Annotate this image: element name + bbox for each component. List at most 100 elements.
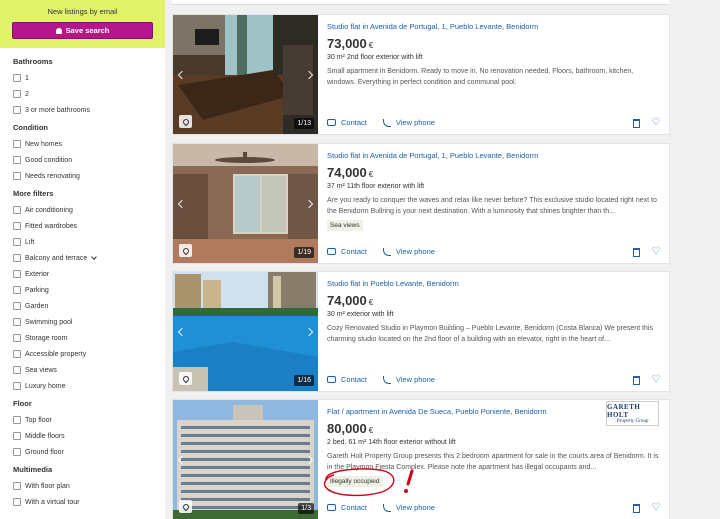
filters-sidebar: New listings by email Save search Bathro… — [0, 0, 165, 519]
listing-card[interactable]: 1/3 Flat / apartment in Avenida De Sueca… — [172, 399, 670, 519]
listing-card[interactable]: 1/19 Studio flat in Avenida de Portugal,… — [172, 143, 670, 264]
option-label: Luxury home — [25, 382, 66, 390]
view-phone-label: View phone — [395, 247, 435, 256]
listing-right-actions: ♡ — [633, 375, 661, 385]
photo-counter: 1/19 — [294, 247, 314, 258]
trash-icon[interactable] — [633, 375, 640, 385]
listing-title[interactable]: Studio flat in Avenida de Portugal, 1, P… — [327, 22, 661, 31]
contact-button[interactable]: Contact — [327, 118, 367, 127]
heart-icon[interactable]: ♡ — [651, 375, 661, 385]
chevron-down-icon[interactable] — [91, 253, 98, 260]
checkbox[interactable] — [13, 366, 21, 374]
checkbox[interactable] — [13, 302, 21, 310]
filter-option[interactable]: Air conditioning — [13, 202, 165, 218]
listing-description[interactable]: Small apartment in Benidorm. Ready to mo… — [327, 66, 661, 88]
checkbox[interactable] — [13, 270, 21, 278]
listing-photo[interactable]: 1/19 — [173, 144, 318, 263]
filter-option[interactable]: Lift — [13, 234, 165, 250]
checkbox[interactable] — [13, 90, 21, 98]
filter-option[interactable]: 2 — [13, 86, 165, 102]
checkbox[interactable] — [13, 318, 21, 326]
checkbox[interactable] — [13, 222, 21, 230]
listing-card[interactable]: 1/13 Studio flat in Avenida de Portugal,… — [172, 14, 670, 135]
filter-option[interactable]: Exterior — [13, 266, 165, 282]
filter-option[interactable]: Accessible property — [13, 346, 165, 362]
option-label: Storage room — [25, 334, 68, 342]
checkbox[interactable] — [13, 432, 21, 440]
filter-option[interactable]: Luxury home — [13, 378, 165, 394]
filter-option[interactable]: 1 — [13, 70, 165, 86]
checkbox[interactable] — [13, 206, 21, 214]
filter-option[interactable]: Ground floor — [13, 444, 165, 460]
checkbox[interactable] — [13, 156, 21, 164]
view-phone-button[interactable]: View phone — [382, 247, 435, 256]
listing-price: 73,000 € — [327, 36, 661, 51]
checkbox[interactable] — [13, 106, 21, 114]
listing-description[interactable]: Gareth Holt Property Group presents this… — [327, 451, 661, 473]
phone-icon — [382, 375, 391, 384]
checkbox[interactable] — [13, 238, 21, 246]
listing-card[interactable]: 1/16 Studio flat in Pueblo Levante, Beni… — [172, 271, 670, 392]
filter-option[interactable]: Parking — [13, 282, 165, 298]
filter-option[interactable]: Swimming pool — [13, 314, 165, 330]
map-pin-icon[interactable] — [179, 244, 192, 257]
checkbox[interactable] — [13, 416, 21, 424]
listing-photo[interactable]: 1/3 — [173, 400, 318, 519]
bathrooms-filter: Bathrooms 1 2 3 or more bathrooms — [0, 56, 165, 118]
map-pin-icon[interactable] — [179, 115, 192, 128]
trash-icon[interactable] — [633, 247, 640, 257]
listing-photo[interactable]: 1/13 — [173, 15, 318, 134]
checkbox[interactable] — [13, 74, 21, 82]
checkbox[interactable] — [13, 254, 21, 262]
checkbox[interactable] — [13, 334, 21, 342]
filter-option[interactable]: With floor plan — [13, 478, 165, 494]
checkbox[interactable] — [13, 382, 21, 390]
heart-icon[interactable]: ♡ — [651, 247, 661, 257]
save-search-button[interactable]: Save search — [12, 22, 153, 39]
filter-option[interactable]: Middle floors — [13, 428, 165, 444]
listing-title[interactable]: Studio flat in Avenida de Portugal, 1, P… — [327, 151, 661, 160]
checkbox[interactable] — [13, 498, 21, 506]
view-phone-button[interactable]: View phone — [382, 375, 435, 384]
heart-icon[interactable]: ♡ — [651, 503, 661, 513]
trash-icon[interactable] — [633, 503, 640, 513]
listing-description[interactable]: Are you ready to conquer the waves and r… — [327, 195, 661, 217]
checkbox[interactable] — [13, 448, 21, 456]
filter-option-expandable[interactable]: Balcony and terrace — [13, 250, 165, 266]
option-label: 2 — [25, 90, 29, 98]
checkbox[interactable] — [13, 286, 21, 294]
filter-option[interactable]: Sea views — [13, 362, 165, 378]
filter-option[interactable]: Good condition — [13, 152, 165, 168]
checkbox[interactable] — [13, 140, 21, 148]
listing-photo[interactable]: 1/16 — [173, 272, 318, 391]
filter-option[interactable]: Storage room — [13, 330, 165, 346]
filter-option[interactable]: New homes — [13, 136, 165, 152]
view-phone-button[interactable]: View phone — [382, 503, 435, 512]
filter-option[interactable]: Top floor — [13, 412, 165, 428]
listing-title[interactable]: Studio flat in Pueblo Levante, Benidorm — [327, 279, 661, 288]
save-search-label: Save search — [65, 26, 110, 35]
filter-option[interactable]: Fitted wardrobes — [13, 218, 165, 234]
listing-info: Studio flat in Avenida de Portugal, 1, P… — [327, 151, 661, 231]
contact-button[interactable]: Contact — [327, 375, 367, 384]
contact-button[interactable]: Contact — [327, 503, 367, 512]
phone-icon — [382, 118, 391, 127]
contact-button[interactable]: Contact — [327, 247, 367, 256]
listing-description[interactable]: Cozy Renovated Studio in Playmon Buildin… — [327, 323, 661, 345]
map-pin-icon[interactable] — [179, 500, 192, 513]
heart-icon[interactable]: ♡ — [651, 118, 661, 128]
option-label: Ground floor — [25, 448, 64, 456]
checkbox[interactable] — [13, 482, 21, 490]
agency-logo[interactable]: GARETH HOLT Property Group — [606, 401, 659, 426]
checkbox[interactable] — [13, 172, 21, 180]
filter-option[interactable]: Needs renovating — [13, 168, 165, 184]
view-phone-button[interactable]: View phone — [382, 118, 435, 127]
option-label: Fitted wardrobes — [25, 222, 78, 230]
filter-option[interactable]: 3 or more bathrooms — [13, 102, 165, 118]
filter-option[interactable]: With a virtual tour — [13, 494, 165, 510]
checkbox[interactable] — [13, 350, 21, 358]
filter-option[interactable]: Garden — [13, 298, 165, 314]
condition-title: Condition — [13, 123, 48, 132]
trash-icon[interactable] — [633, 118, 640, 128]
map-pin-icon[interactable] — [179, 372, 192, 385]
